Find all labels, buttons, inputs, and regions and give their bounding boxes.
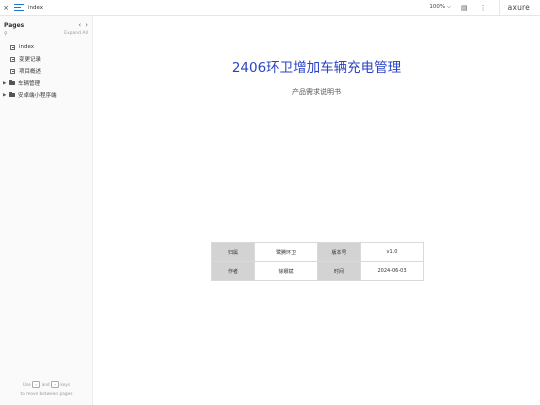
- time-label: 时间: [317, 261, 361, 281]
- table-row: 作者 徐娜斌 时间 2024-06-03: [211, 261, 424, 281]
- hint-text-use: Use: [22, 383, 31, 388]
- page-canvas: 2406环卫增加车辆充电管理 产品需求说明书 归属 鹭腾环卫 版本号 v1.0 …: [93, 16, 540, 405]
- document-title: 2406环卫增加车辆充电管理: [231, 60, 402, 76]
- pages-header: Pages ‹ ›: [0, 16, 92, 29]
- folder-item-label: 车辆管理: [18, 81, 41, 87]
- folder-item-android-miniprogram[interactable]: ▶ 安卓端小程序端: [0, 89, 92, 101]
- owner-label: 归属: [211, 242, 255, 262]
- page-item-label: 项目概述: [19, 69, 42, 75]
- keyboard-hint: Use ‹ and › keys to move between pages: [0, 381, 93, 399]
- page-item-overview[interactable]: 项目概述: [0, 65, 92, 77]
- owner-value: 鹭腾环卫: [254, 242, 318, 262]
- pages-search-row: ⚲ Expand All: [0, 29, 92, 38]
- search-icon[interactable]: ⚲: [4, 31, 8, 37]
- sitemap-menu-icon[interactable]: [14, 4, 24, 11]
- page-item-change-log[interactable]: 变更记录: [0, 53, 92, 65]
- hint-text-keys: keys: [60, 383, 71, 388]
- pages-title: Pages: [4, 21, 25, 29]
- prev-key-icon: ‹: [32, 381, 41, 388]
- pages-sidebar: Pages ‹ › ⚲ Expand All index 变更记录 项目概述 ▶…: [0, 16, 93, 405]
- time-value: 2024-06-03: [360, 261, 424, 281]
- top-toolbar: × index 100% ⌵ ▤ ⋮ axure: [0, 0, 540, 16]
- previous-page-icon[interactable]: ‹: [78, 21, 81, 29]
- next-page-icon[interactable]: ›: [85, 21, 88, 29]
- page-item-index[interactable]: index: [0, 41, 92, 53]
- folder-item-label: 安卓端小程序端: [18, 93, 57, 99]
- version-value: v1.0: [360, 242, 424, 262]
- expand-all-button[interactable]: Expand All: [64, 31, 88, 36]
- close-icon[interactable]: ×: [0, 4, 12, 12]
- hint-text-and: and: [41, 383, 50, 388]
- current-page-name: index: [28, 4, 44, 11]
- page-item-label: 变更记录: [19, 57, 42, 63]
- page-icon: [10, 44, 15, 50]
- page-icon: [10, 68, 15, 74]
- author-label: 作者: [211, 261, 255, 281]
- axure-logo: axure: [498, 0, 540, 16]
- pages-tree: index 变更记录 项目概述 ▶ 车辆管理 ▶ 安卓端小程序端: [0, 41, 92, 101]
- next-key-icon: ›: [51, 381, 60, 388]
- folder-icon: [9, 91, 15, 98]
- page-item-label: index: [19, 44, 35, 50]
- zoom-dropdown[interactable]: 100% ⌵: [429, 4, 451, 11]
- document-info-table: 归属 鹭腾环卫 版本号 v1.0 作者 徐娜斌 时间 2024-06-03: [211, 242, 424, 281]
- document-subtitle: 产品需求说明书: [292, 88, 341, 96]
- folder-icon: [9, 79, 15, 86]
- more-options-icon[interactable]: ⋮: [480, 4, 487, 12]
- hint-line-2: to move between pages: [20, 392, 73, 397]
- version-label: 版本号: [317, 242, 361, 262]
- page-icon: [10, 56, 15, 62]
- folder-item-vehicle-management[interactable]: ▶ 车辆管理: [0, 77, 92, 89]
- notes-icon[interactable]: ▤: [461, 4, 468, 12]
- author-value: 徐娜斌: [254, 261, 318, 281]
- table-row: 归属 鹭腾环卫 版本号 v1.0: [211, 242, 424, 262]
